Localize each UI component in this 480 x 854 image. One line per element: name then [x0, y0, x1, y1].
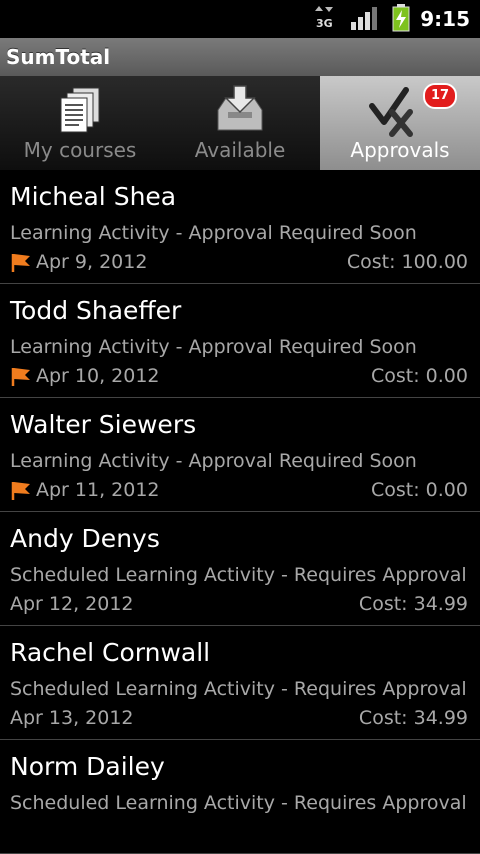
- flag-icon: [11, 482, 30, 500]
- approver-name: Andy Denys: [10, 524, 160, 553]
- check-x-icon: [369, 87, 413, 137]
- due-date: Apr 9, 2012: [36, 251, 148, 273]
- tab-available-label: Available: [194, 138, 286, 162]
- list-item[interactable]: Rachel Cornwall Scheduled Learning Activ…: [0, 626, 480, 740]
- activity-description: Scheduled Learning Activity - Requires A…: [10, 678, 467, 700]
- network-type-label: 3G: [316, 17, 333, 30]
- due-date: Apr 13, 2012: [10, 707, 134, 729]
- list-item[interactable]: Norm Dailey Scheduled Learning Activity …: [0, 740, 480, 854]
- activity-cost: Cost: 0.00: [371, 365, 468, 387]
- approvals-count-badge: 17: [423, 83, 457, 109]
- title-bar: SumTotal: [0, 38, 480, 77]
- activity-description: Learning Activity - Approval Required So…: [10, 336, 417, 358]
- flag-icon: [11, 368, 30, 386]
- app-title: SumTotal: [6, 45, 111, 69]
- download-tray-icon: [217, 85, 263, 131]
- list-item[interactable]: Andy Denys Scheduled Learning Activity -…: [0, 512, 480, 626]
- approver-name: Micheal Shea: [10, 182, 177, 211]
- list-item[interactable]: Walter Siewers Learning Activity - Appro…: [0, 398, 480, 512]
- due-date: Apr 11, 2012: [36, 479, 160, 501]
- tab-my-courses[interactable]: My courses: [0, 76, 160, 170]
- approver-name: Walter Siewers: [10, 410, 197, 439]
- approvals-list: Micheal Shea Learning Activity - Approva…: [0, 170, 480, 854]
- tab-my-courses-label: My courses: [23, 138, 137, 162]
- activity-description: Scheduled Learning Activity - Requires A…: [10, 564, 467, 586]
- documents-icon: [60, 87, 100, 133]
- activity-cost: Cost: 34.99: [358, 593, 468, 615]
- activity-cost: Cost: 0.00: [371, 479, 468, 501]
- approver-name: Norm Dailey: [10, 752, 165, 781]
- activity-description: Scheduled Learning Activity - Requires A…: [10, 792, 467, 814]
- flag-icon: [11, 254, 30, 272]
- signal-strength-icon: [351, 7, 377, 30]
- activity-description: Learning Activity - Approval Required So…: [10, 450, 417, 472]
- status-time: 9:15: [420, 7, 470, 31]
- activity-cost: Cost: 34.99: [358, 707, 468, 729]
- approver-name: Rachel Cornwall: [10, 638, 211, 667]
- list-item[interactable]: Todd Shaeffer Learning Activity - Approv…: [0, 284, 480, 398]
- approver-name: Todd Shaeffer: [10, 296, 182, 325]
- status-bar: 3G 9:15: [0, 0, 480, 38]
- due-date: Apr 12, 2012: [10, 593, 134, 615]
- activity-cost: Cost: 100.00: [346, 251, 468, 273]
- data-transfer-icon: 3G: [315, 6, 333, 30]
- battery-charging-icon: [392, 4, 410, 32]
- due-date: Apr 10, 2012: [36, 365, 160, 387]
- tab-approvals-label: Approvals: [350, 138, 450, 162]
- tab-bar: My courses Available 17 Approvals: [0, 76, 480, 170]
- tab-approvals[interactable]: 17 Approvals: [320, 76, 480, 170]
- list-item[interactable]: Micheal Shea Learning Activity - Approva…: [0, 170, 480, 284]
- activity-description: Learning Activity - Approval Required So…: [10, 222, 417, 244]
- tab-available[interactable]: Available: [160, 76, 320, 170]
